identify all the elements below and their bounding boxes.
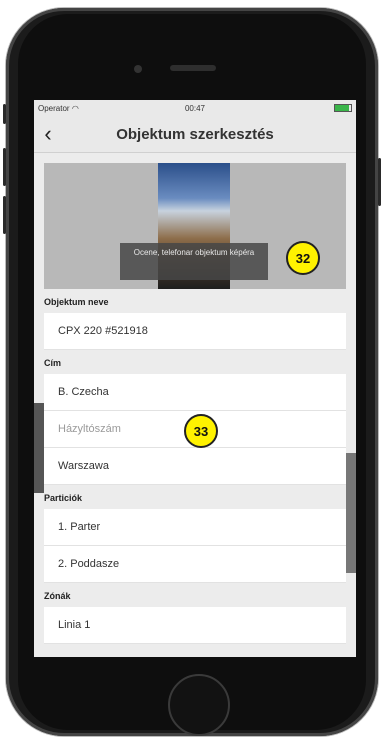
annotation-badge-32: 32 (286, 241, 320, 275)
house-number-placeholder: Házyltószám (58, 423, 121, 435)
battery-indicator (247, 104, 353, 112)
partition-item-label: 2. Poddasze (58, 558, 120, 570)
address-group: B. Czecha Házyltószám Warszawa 33 (44, 374, 346, 485)
earpiece-speaker (170, 65, 216, 71)
zone-item[interactable]: Linia 1 (44, 607, 346, 644)
navigation-bar: ‹ Objektum szerkesztés (34, 116, 356, 153)
status-bar: Operator ◠ 00:47 (34, 100, 356, 116)
street-field[interactable]: B. Czecha (44, 374, 346, 411)
mute-switch (3, 104, 6, 124)
city-value: Warszawa (58, 460, 109, 472)
wifi-icon: ◠ (71, 103, 79, 113)
address-label: Cím (44, 358, 62, 368)
carrier-label: Operator ◠ (38, 103, 79, 113)
battery-icon (334, 104, 353, 112)
app-screen: Operator ◠ 00:47 ‹ Objektum szerkesztés … (34, 100, 356, 657)
street-value: B. Czecha (58, 386, 109, 398)
annotation-badge-33: 33 (184, 414, 218, 448)
front-camera (134, 65, 142, 73)
partition-item-label: 1. Parter (58, 521, 101, 533)
home-button[interactable] (168, 674, 230, 736)
volume-down-button (3, 196, 6, 234)
zone-item-label: Linia 1 (58, 619, 91, 631)
city-field[interactable]: Warszawa (44, 448, 346, 485)
form-content: Ocene, telefonar objektum képéra 32 Obje… (34, 153, 356, 657)
battery-fill (335, 105, 349, 111)
status-time: 00:47 (184, 103, 206, 113)
object-name-label: Objektum neve (44, 297, 109, 307)
volume-up-button (3, 148, 6, 186)
zones-label: Zónák (44, 591, 71, 601)
partitions-label: Particiók (44, 493, 83, 503)
background-photo-right (346, 453, 356, 573)
object-name-value: CPX 220 #521918 (58, 325, 148, 337)
background-photo-left (34, 403, 44, 493)
partition-item[interactable]: 2. Poddasze (44, 546, 346, 583)
object-name-field[interactable]: CPX 220 #521918 (44, 313, 346, 350)
power-button (378, 158, 381, 206)
page-title: Objektum szerkesztés (116, 125, 274, 143)
object-photo-area[interactable]: Ocene, telefonar objektum képéra 32 (44, 163, 346, 289)
photo-hint: Ocene, telefonar objektum képéra (120, 243, 268, 280)
partition-item[interactable]: 1. Parter (44, 509, 346, 546)
